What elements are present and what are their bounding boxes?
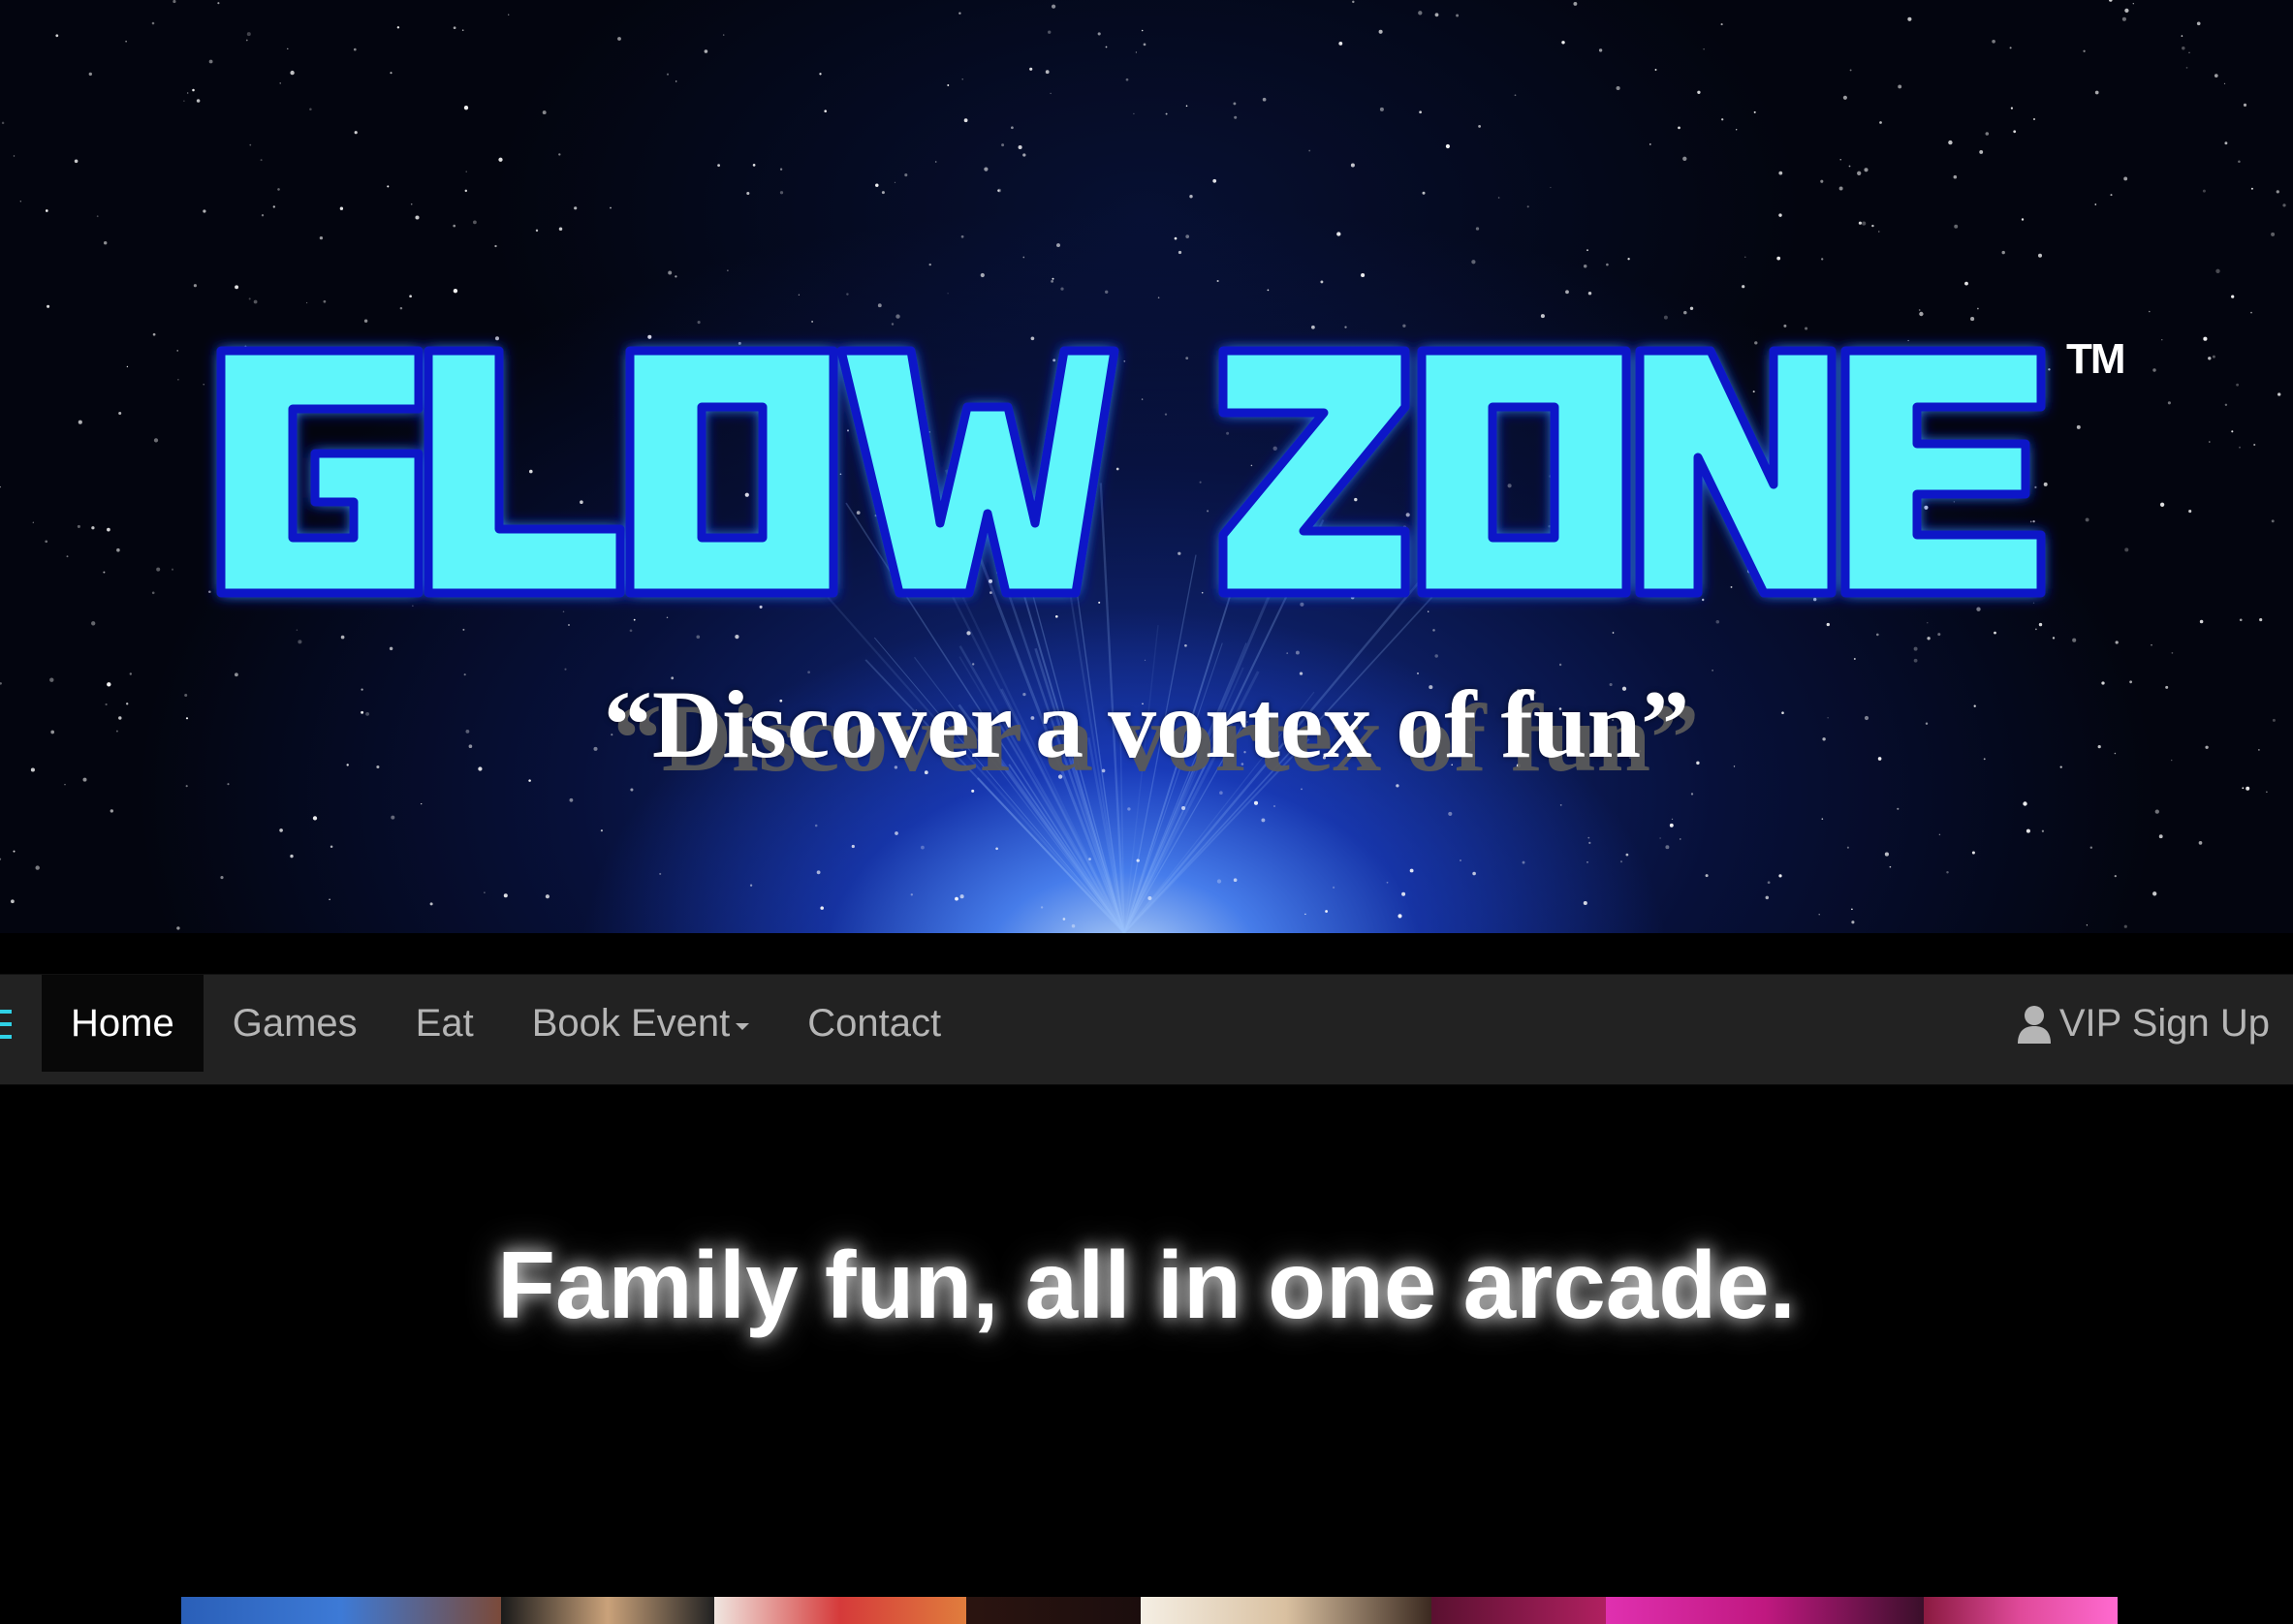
page-headline: Family fun, all in one arcade.: [497, 1232, 1796, 1338]
vip-sign-up-label: VIP Sign Up: [2058, 1002, 2270, 1045]
nav-item-games[interactable]: Games: [204, 975, 387, 1072]
user-icon: [2017, 1005, 2051, 1044]
nav-item-eat[interactable]: Eat: [387, 975, 503, 1072]
glow-zone-logo: [216, 346, 2046, 598]
hero-tagline: “Discover a vortex of fun”: [603, 671, 1690, 778]
main-navbar: Home Games Eat Book Event Contact VIP Si…: [0, 974, 2293, 1085]
hero-banner: TM “Discover a vortex of fun”: [0, 0, 2293, 933]
nav-item-home[interactable]: Home: [42, 975, 204, 1072]
trademark-symbol: TM: [2066, 335, 2126, 383]
caret-down-icon: [736, 1022, 750, 1030]
nav-item-label: Book Event: [531, 1001, 731, 1045]
nav-item-label: Home: [71, 1001, 174, 1045]
nav-list: Home Games Eat Book Event Contact: [42, 975, 970, 1084]
nav-item-label: Games: [232, 1001, 358, 1045]
nav-item-label: Eat: [415, 1001, 474, 1045]
nav-item-book-event[interactable]: Book Event: [503, 975, 779, 1072]
nav-item-label: Contact: [807, 1001, 942, 1045]
photo-collage: [181, 1597, 2118, 1624]
vip-sign-up-link[interactable]: VIP Sign Up: [2017, 1002, 2270, 1046]
nav-item-contact[interactable]: Contact: [778, 975, 970, 1072]
hamburger-icon[interactable]: [0, 1010, 14, 1043]
